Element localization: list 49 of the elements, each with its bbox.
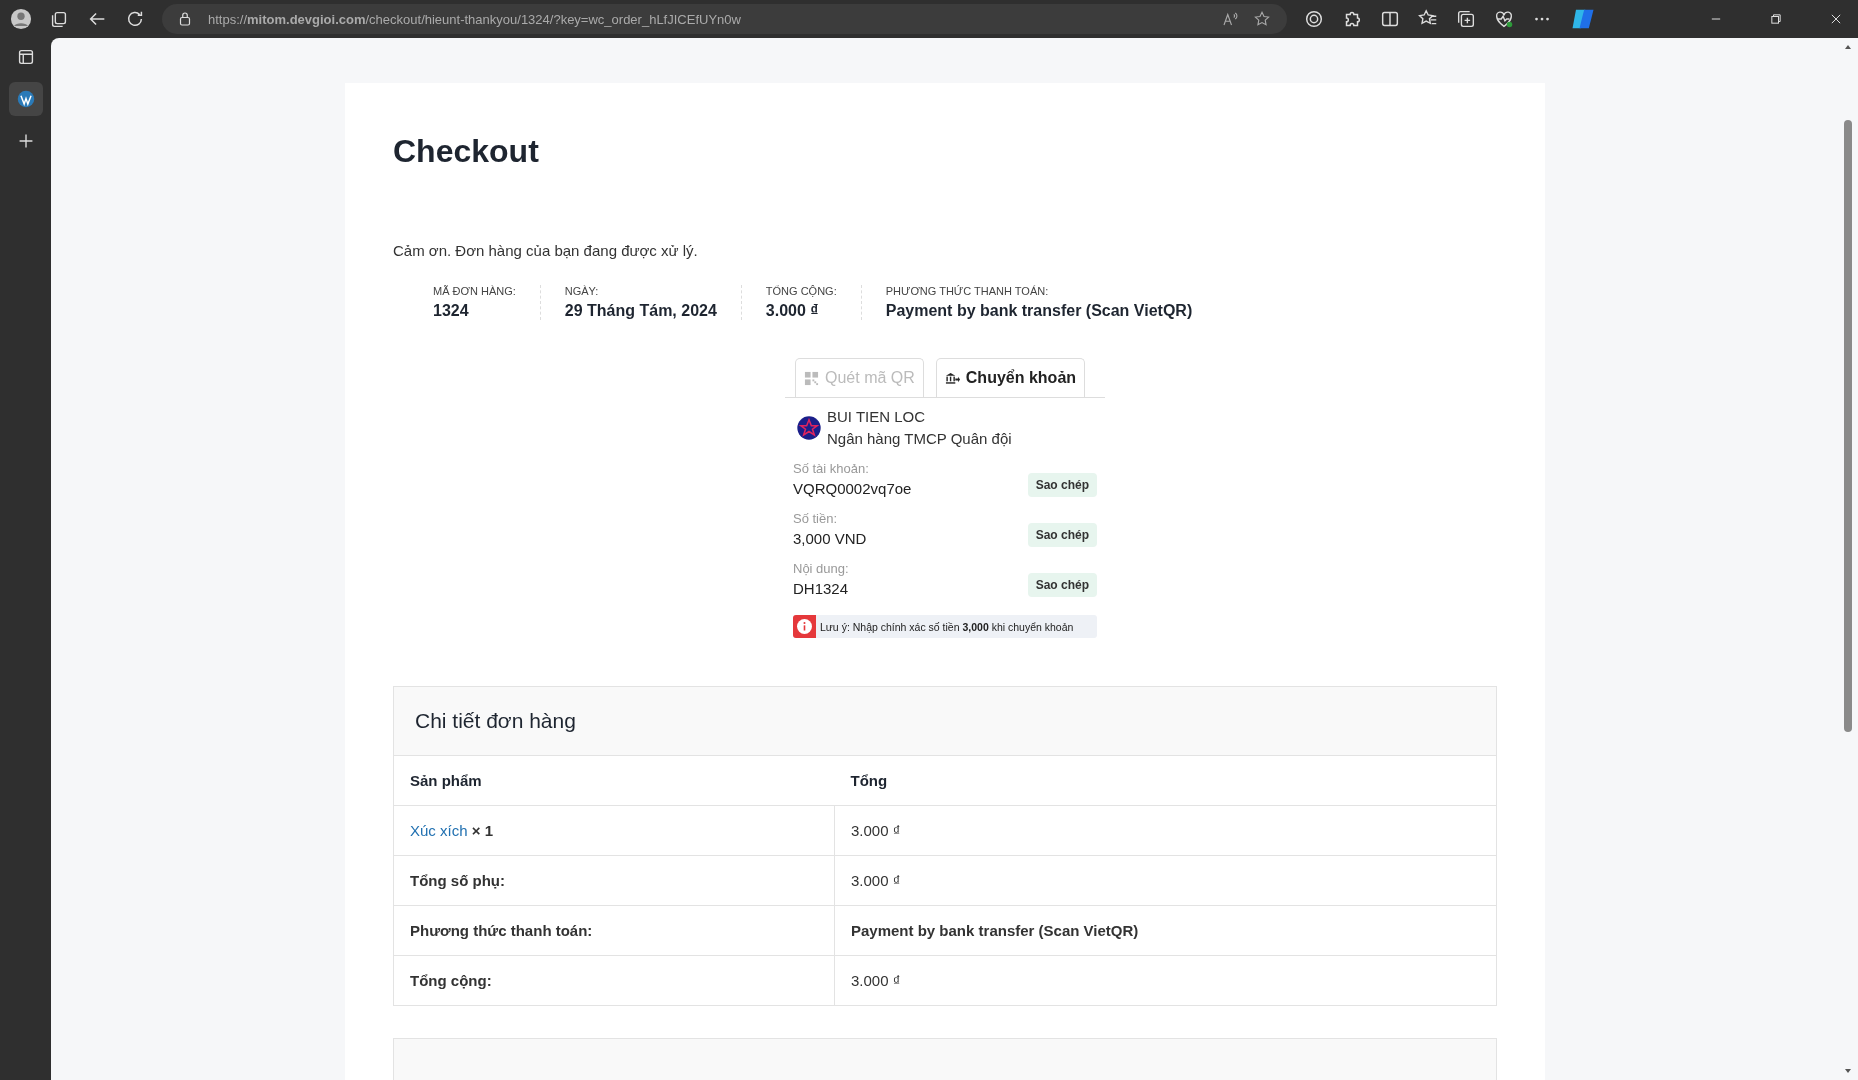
table-cell: 3.000 ₫: [834, 955, 1496, 1005]
note-text: Lưu ý: Nhập chính xác số tiền 3,000 khi chuyển khoản: [820, 620, 1074, 633]
payment-tab[interactable]: Chuyển khoản: [935, 358, 1086, 397]
section-title: Chi tiết đơn hàng: [394, 687, 1496, 756]
copy-button[interactable]: Sao chép: [1027, 573, 1097, 597]
overview-label: NGÀY:: [564, 285, 600, 297]
field-label: Số tài khoản:: [793, 461, 870, 476]
page-title: Checkout: [393, 133, 540, 170]
table-cell: Tổng số phụ:: [394, 855, 835, 906]
bank-transfer-icon: [944, 370, 960, 386]
field-value: VQRQ0002vq7oe: [793, 480, 912, 497]
copy-button[interactable]: Sao chép: [1027, 523, 1097, 547]
thank-you-message: Cảm ơn. Đơn hàng của bạn đang được xử lý.: [393, 242, 699, 259]
field-label: Số tiền:: [793, 511, 839, 526]
read-aloud-icon[interactable]: [1221, 10, 1239, 28]
overview-label: PHƯƠNG THỨC THANH TOÁN:: [885, 285, 1050, 297]
overview-label: TỔNG CỘNG:: [765, 285, 837, 297]
table-cell: 3.000 ₫: [834, 805, 1496, 856]
bank-name: Ngân hàng TMCP Quân đội: [827, 430, 1012, 447]
collections-icon[interactable]: [1455, 8, 1477, 30]
column-header: Tổng: [834, 756, 1496, 806]
quantity: × 1: [471, 822, 493, 839]
address-bar[interactable]: https://mitom.devgioi.com/checkout/hieunt-thankyou/1324/?key=wc_order_hLfJICEfUYn0w: [162, 4, 1287, 34]
column-header: Sản phẩm: [394, 756, 835, 806]
target-icon[interactable]: [1303, 8, 1325, 30]
wordpress-tab[interactable]: [8, 82, 43, 116]
overview-value: 29 Tháng Tám, 2024: [564, 302, 717, 320]
copy-button[interactable]: Sao chép: [1027, 473, 1097, 497]
product-link[interactable]: Xúc xích: [410, 822, 468, 839]
table-cell: Tổng cộng:: [394, 955, 835, 1005]
table-cell: Phương thức thanh toán:: [394, 905, 835, 956]
info-icon: [793, 615, 816, 638]
health-icon[interactable]: [1493, 8, 1515, 30]
table-cell: Payment by bank transfer (Scan VietQR): [834, 905, 1496, 956]
table-cell: 3.000 ₫: [834, 855, 1496, 906]
account-holder: BUI TIEN LOC: [827, 408, 927, 425]
qr-code-icon: [804, 370, 819, 386]
field-value: 3,000 VND: [793, 530, 867, 547]
field-value: DH1324: [793, 580, 849, 597]
profile-icon[interactable]: [10, 8, 32, 30]
overview-label: MÃ ĐƠN HÀNG:: [433, 285, 516, 297]
star-icon[interactable]: [1253, 10, 1271, 28]
bank-logo-icon: [795, 413, 823, 442]
overview-value: Payment by bank transfer (Scan VietQR): [885, 302, 1193, 320]
overview-value: 3.000 ₫: [765, 302, 820, 320]
overview-value: 1324: [433, 302, 470, 320]
scrollbar-thumb[interactable]: [1844, 120, 1852, 732]
field-label: Nội dung:: [793, 561, 849, 576]
url-text: https://mitom.devgioi.com/checkout/hieunt-thankyou/1324/?key=wc_order_hLfJICEfUYn0w: [208, 11, 741, 27]
